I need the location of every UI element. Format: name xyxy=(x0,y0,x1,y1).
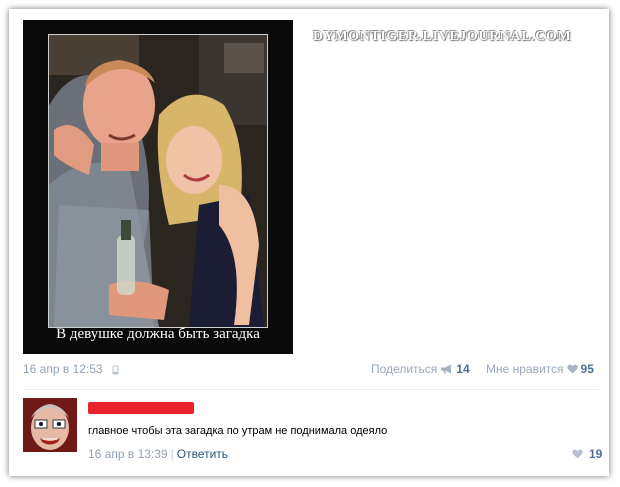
comment-like-count: 19 xyxy=(589,447,603,461)
share-button[interactable]: Поделиться 14 xyxy=(371,362,470,376)
heart-icon xyxy=(566,364,578,374)
commenter-avatar[interactable] xyxy=(23,398,77,452)
megaphone-icon xyxy=(441,364,452,374)
like-button[interactable]: Мне нравится 95 xyxy=(486,362,594,376)
like-label: Мне нравится xyxy=(486,362,564,376)
comments-divider xyxy=(23,389,599,390)
share-count: 14 xyxy=(456,362,470,376)
separator: | xyxy=(170,447,174,461)
comment-like-button[interactable]: 19 xyxy=(572,447,602,461)
reply-link[interactable]: Ответить xyxy=(177,447,228,461)
share-label: Поделиться xyxy=(371,362,438,376)
post-photo xyxy=(48,34,268,328)
heart-icon xyxy=(572,449,583,459)
comment-author-redacted[interactable] xyxy=(88,402,194,414)
image-caption: В девушке должна быть загадка xyxy=(56,326,260,342)
comment-text: главное чтобы эта загадка по утрам не по… xyxy=(88,425,388,437)
watermark: DYMONTIGER.LIVEJOURNAL.COM xyxy=(313,29,572,44)
like-count: 95 xyxy=(580,362,594,376)
comment-meta: 16 апр в 13:39 | Ответить xyxy=(88,447,228,461)
post-meta-row: 16 апр в 12:53 Поделиться 14 Мне нравитс… xyxy=(23,362,599,380)
comment-date[interactable]: 16 апр в 13:39 xyxy=(88,447,168,461)
phone-icon xyxy=(112,365,119,375)
post-date[interactable]: 16 апр в 12:53 xyxy=(23,362,103,376)
demotivator-image[interactable]: В девушке должна быть загадка xyxy=(23,20,293,354)
